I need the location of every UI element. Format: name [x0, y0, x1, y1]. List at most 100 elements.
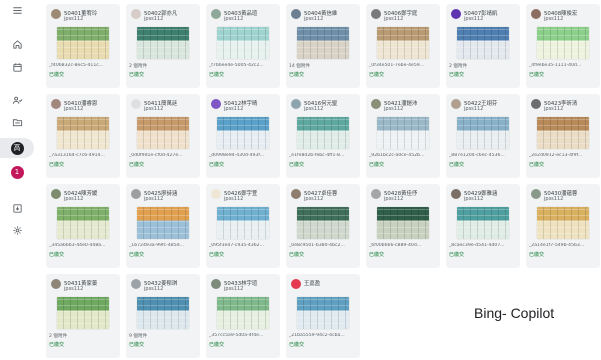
- student-avatar: [51, 99, 61, 109]
- attachment-filename: _357cc5a9-5d0a-4f4e...: [209, 333, 264, 338]
- student-avatar: [131, 9, 141, 19]
- submission-card[interactable]: 50424陳芳媛 jpss112 _345a66b3-44e0-448a... 已繳交: [46, 184, 120, 268]
- submission-card[interactable]: 50412林宇晴 jpss112 _d0998e94-430d-493f... 已繳交: [206, 94, 280, 178]
- student-avatar: [51, 189, 61, 199]
- attachment-thumbnail[interactable]: [457, 207, 509, 239]
- submission-card[interactable]: 50430潘蘊蓉 jpss112 _2a14e1f7-549b-4563... 已繳交: [526, 184, 600, 268]
- student-avatar: [371, 189, 381, 199]
- submission-card[interactable]: 50425廖詩涵 jpss112 _1b72493a-99fc-485d... 已繳交: [126, 184, 200, 268]
- sidebar-item-calendar[interactable]: [0, 57, 34, 77]
- attachment-thumbnail[interactable]: [57, 27, 109, 59]
- attachment-thumbnail[interactable]: [217, 207, 269, 239]
- attachment-filename: 9 個附件: [129, 334, 148, 339]
- gear-icon: [12, 225, 22, 235]
- status-badge: 已繳交: [529, 162, 545, 168]
- attachment-thumbnail[interactable]: [137, 297, 189, 329]
- status-badge: 已繳交: [449, 72, 465, 78]
- submission-card[interactable]: 50426鄭宇萱 jpss112 _095f3e47-c935-4362... 已繳交: [206, 184, 280, 268]
- submission-card[interactable]: 50427卓佳蓉 jpss112 _0e8c9501-b380-4bc2... 已繳交: [286, 184, 360, 268]
- student-avatar: [211, 279, 221, 289]
- submission-card[interactable]: 50410潘睿恩 jpss112 _7a313164-c7c6-4914... 已繳交: [46, 94, 120, 178]
- attachment-thumbnail[interactable]: [377, 27, 429, 59]
- attachment-thumbnail[interactable]: [377, 207, 429, 239]
- submission-card[interactable]: 50401董宥玲 jpss112 _f406832c-8ec5-411c... 已繳交: [46, 4, 120, 88]
- student-avatar: [131, 99, 141, 109]
- submission-card[interactable]: 50408陳俊宏 jpss112 _4f9ebe35-1111-40d... 已繳交: [526, 4, 600, 88]
- student-subtitle: jpss112: [224, 196, 244, 202]
- attachment-thumbnail[interactable]: [377, 117, 429, 149]
- attachment-thumbnail[interactable]: [57, 297, 109, 329]
- student-avatar: [211, 9, 221, 19]
- submission-card[interactable]: 50404黃信維 jpss112 14 個附件 已繳交: [286, 4, 360, 88]
- submission-card[interactable]: 50402郭亦凡 jpss112 2 個附件 已繳交: [126, 4, 200, 88]
- attachment-filename: _0d0f9d1e-cf0d-427e...: [129, 153, 183, 158]
- sidebar-item-settings[interactable]: [0, 220, 34, 240]
- attachment-filename: _2a14e1f7-549b-4563...: [529, 243, 585, 248]
- submission-card[interactable]: 50407彭靖凱 jpss112 2 個附件 已繳交: [446, 4, 520, 88]
- attachment-thumbnail[interactable]: [537, 207, 589, 239]
- attachment-thumbnail[interactable]: [537, 27, 589, 59]
- attachment-thumbnail[interactable]: [297, 297, 349, 329]
- attachment-filename: _8caec39e-d541-4d07...: [449, 243, 505, 248]
- student-avatar: [531, 99, 541, 109]
- student-subtitle: jpss112: [64, 286, 84, 292]
- status-badge: 已繳交: [529, 252, 545, 258]
- sidebar-item-home[interactable]: [0, 34, 34, 54]
- attachment-filename: 2 個附件: [449, 64, 468, 69]
- submission-card[interactable]: 50431黃家蓁 jpss112 2 個附件 已繳交: [46, 274, 120, 358]
- attachment-thumbnail[interactable]: [137, 117, 189, 149]
- attachment-thumbnail[interactable]: [217, 297, 269, 329]
- submission-card[interactable]: 50432姜郁琪 jpss112 9 個附件 已繳交: [126, 274, 200, 358]
- submission-card[interactable]: 50428黃佳伃 jpss112 _6f00b666-c889-40d... 已繳交: [366, 184, 440, 268]
- attachment-thumbnail[interactable]: [457, 27, 509, 59]
- folder-icon: [12, 118, 22, 126]
- submission-card[interactable]: 50403黃品瑄 jpss112 _f7b6ee4e-5005-42c2... 已繳交: [206, 4, 280, 88]
- student-subtitle: jpss112: [224, 16, 244, 22]
- submission-card[interactable]: 50423李昕清 jpss112 _2e2d0912-ec13-4f9f... 已繳交: [526, 94, 600, 178]
- sidebar-item-archived[interactable]: [0, 198, 34, 218]
- submission-card[interactable]: 50416何元聖 jpss112 _e1fe8d2b-febc-4ff1-8... 已…: [286, 94, 360, 178]
- student-subtitle: jpss112: [64, 196, 84, 202]
- submission-card[interactable]: 50411簡萬廷 jpss112 _0d0f9d1e-cf0d-427e... 已繳交: [126, 94, 200, 178]
- attachment-thumbnail[interactable]: [57, 207, 109, 239]
- attachment-thumbnail[interactable]: [457, 117, 509, 149]
- status-badge: 已繳交: [209, 162, 225, 168]
- sidebar-item-enrolled[interactable]: [0, 90, 34, 110]
- attachment-filename: 2 個附件: [49, 334, 68, 339]
- submission-card[interactable]: 王嘉盈 _21ba5559-94c2-4cba... 已繳交: [286, 274, 360, 358]
- status-badge: 已繳交: [129, 162, 145, 168]
- submission-card[interactable]: 50406鄭宇庭 jpss112 _0f34e501-7ebe-4e59... 已繳交: [366, 4, 440, 88]
- attachment-thumbnail[interactable]: [297, 207, 349, 239]
- attachment-filename: _92b1bc2c-a0ce-452b...: [369, 153, 425, 158]
- attachment-filename: _095f3e47-c935-4362...: [209, 243, 264, 248]
- sidebar-item-class-2[interactable]: 1: [0, 162, 34, 182]
- student-subtitle: jpss112: [144, 106, 164, 112]
- student-subtitle: jpss112: [384, 196, 404, 202]
- student-avatar: [51, 9, 61, 19]
- attachment-thumbnail[interactable]: [297, 27, 349, 59]
- submission-card[interactable]: 50429鄭雅涵 jpss112 _8caec39e-d541-4d07... 已繳交: [446, 184, 520, 268]
- submission-card[interactable]: 50422王翊芬 jpss112 _887e1204-c6ec-4536... 已繳交: [446, 94, 520, 178]
- status-badge: 已繳交: [49, 252, 65, 258]
- attachment-thumbnail[interactable]: [297, 117, 349, 149]
- status-badge: 已繳交: [289, 342, 305, 348]
- attachment-thumbnail[interactable]: [537, 117, 589, 149]
- student-avatar: [371, 9, 381, 19]
- sidebar-item-to-review[interactable]: [0, 112, 34, 132]
- student-subtitle: jpss112: [464, 106, 484, 112]
- attachment-thumbnail[interactable]: [137, 207, 189, 239]
- attachment-filename: 14 個附件: [289, 64, 311, 69]
- attachment-thumbnail[interactable]: [137, 27, 189, 59]
- attachment-thumbnail[interactable]: [217, 27, 269, 59]
- sidebar-item-class-1[interactable]: 高: [0, 138, 34, 158]
- status-badge: 已繳交: [449, 252, 465, 258]
- attachment-thumbnail[interactable]: [217, 117, 269, 149]
- submission-card[interactable]: 50433林宇瑄 jpss112 _357cc5a9-5d0a-4f4e... 已繳交: [206, 274, 280, 358]
- student-avatar: [291, 99, 301, 109]
- main-menu-button[interactable]: [0, 0, 34, 20]
- student-avatar: [451, 99, 461, 109]
- attachment-thumbnail[interactable]: [57, 117, 109, 149]
- submission-card[interactable]: 50421潘鎧沛 jpss112 _92b1bc2c-a0ce-452b... 已繳交: [366, 94, 440, 178]
- student-avatar: [211, 99, 221, 109]
- attachment-filename: _0f34e501-7ebe-4e59...: [369, 63, 425, 68]
